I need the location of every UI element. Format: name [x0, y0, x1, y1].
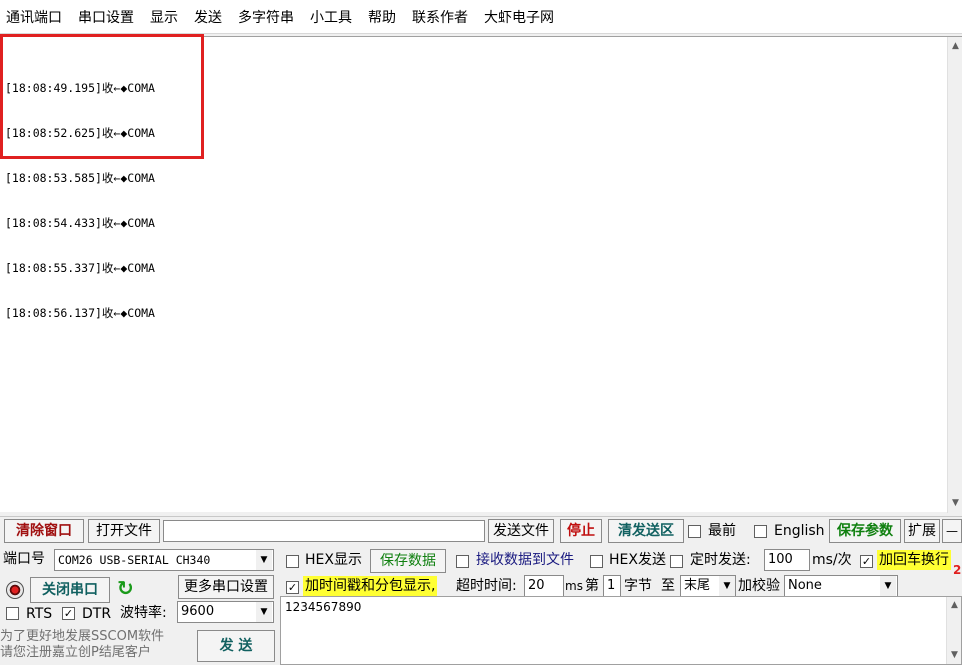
add-timestamp-label: 加时间戳和分包显示,: [303, 576, 438, 596]
end-dropdown-icon[interactable]: ▼: [719, 576, 735, 596]
menu-tools[interactable]: 小工具: [310, 7, 352, 27]
checksum-label: 加校验: [738, 578, 780, 594]
clear-send-button[interactable]: 清发送区: [608, 519, 684, 543]
hex-display-label: HEX显示: [305, 552, 362, 568]
port-label: 端口号: [3, 551, 45, 567]
send-text: 1234567890: [285, 600, 362, 614]
stop-button[interactable]: 停止: [560, 519, 602, 543]
recv-to-file-label: 接收数据到文件: [476, 552, 574, 568]
menu-display[interactable]: 显示: [150, 7, 178, 27]
topmost-label: 最前: [708, 523, 736, 539]
promo-line: 请您注册嘉立创P结尾客户: [0, 645, 151, 660]
rts-label: RTS: [26, 606, 53, 622]
menu-comm-port[interactable]: 通讯端口: [6, 7, 62, 27]
byte-label: 字节: [624, 578, 652, 594]
promo-line: 为了更好地发展SSCOM软件: [0, 629, 165, 644]
timeout-unit-label: ms: [565, 579, 583, 593]
append-crlf-label: 加回车换行: [877, 550, 951, 570]
english-checkbox[interactable]: [754, 525, 767, 538]
send-text-area[interactable]: 1234567890 ▲ ▼: [280, 596, 962, 665]
highlight-box: [0, 34, 204, 159]
interval-input[interactable]: 100: [764, 549, 810, 571]
timed-send-label: 定时发送:: [690, 552, 751, 568]
menu-serial-settings[interactable]: 串口设置: [78, 7, 134, 27]
nth-label: 第: [585, 578, 599, 594]
receive-line: [18:08:56.137]收←◆COMA: [5, 306, 155, 320]
add-timestamp-checkbox[interactable]: ✓: [286, 581, 299, 594]
refresh-icon[interactable]: ↻: [117, 576, 134, 600]
receive-scrollbar[interactable]: ▲ ▼: [947, 37, 962, 513]
dtr-checkbox[interactable]: ✓: [62, 607, 75, 620]
timeout-input[interactable]: 20: [524, 575, 564, 597]
hex-display-checkbox[interactable]: [286, 555, 299, 568]
send-scroll-down-icon[interactable]: ▼: [947, 648, 962, 663]
interval-unit-label: ms/次: [812, 552, 852, 568]
menu-multi-string[interactable]: 多字符串: [238, 7, 294, 27]
menu-bar: 通讯端口 串口设置 显示 发送 多字符串 小工具 帮助 联系作者 大虾电子网: [0, 0, 962, 34]
recv-to-file-checkbox[interactable]: [456, 555, 469, 568]
checksum-dropdown-icon[interactable]: ▼: [880, 576, 896, 596]
baud-label: 波特率:: [120, 605, 167, 621]
port-dropdown-icon[interactable]: ▼: [256, 550, 272, 570]
more-serial-settings-button[interactable]: 更多串口设置: [178, 575, 274, 599]
dtr-label: DTR: [82, 606, 112, 622]
receive-line: [18:08:53.585]收←◆COMA: [5, 171, 155, 185]
hex-send-checkbox[interactable]: [590, 555, 603, 568]
promo-text: 为了更好地发展SSCOM软件 请您注册嘉立创P结尾客户: [0, 629, 164, 661]
expand-button[interactable]: 扩展: [904, 519, 940, 543]
menu-help[interactable]: 帮助: [368, 7, 396, 27]
port-select[interactable]: COM26 USB-SERIAL CH340: [54, 549, 274, 571]
open-file-button[interactable]: 打开文件: [88, 519, 160, 543]
scroll-up-icon[interactable]: ▲: [948, 39, 962, 54]
rts-checkbox[interactable]: [6, 607, 19, 620]
red-marker: 2: [953, 563, 962, 577]
port-status-icon: [6, 581, 24, 599]
receive-line: [18:08:54.433]收←◆COMA: [5, 216, 155, 230]
hex-send-label: HEX发送: [609, 552, 666, 568]
receive-line: [18:08:55.337]收←◆COMA: [5, 261, 155, 275]
to-label: 至: [661, 578, 675, 594]
nth-byte-input[interactable]: 1: [603, 575, 621, 597]
collapse-button[interactable]: —: [942, 519, 962, 543]
append-crlf-checkbox[interactable]: ✓: [860, 555, 873, 568]
save-params-button[interactable]: 保存参数: [829, 519, 901, 543]
menu-contact-author[interactable]: 联系作者: [412, 7, 468, 27]
english-label: English: [774, 523, 825, 539]
timeout-label: 超时时间:: [456, 578, 517, 594]
send-button[interactable]: 发 送: [197, 630, 275, 662]
file-path-input[interactable]: [163, 520, 485, 542]
send-scrollbar[interactable]: ▲ ▼: [946, 597, 961, 664]
save-data-button[interactable]: 保存数据: [370, 549, 446, 573]
send-scroll-up-icon[interactable]: ▲: [947, 598, 962, 613]
clear-window-button[interactable]: 清除窗口: [4, 519, 84, 543]
close-port-button[interactable]: 关闭串口: [30, 577, 110, 603]
topmost-checkbox[interactable]: [688, 525, 701, 538]
baud-dropdown-icon[interactable]: ▼: [256, 602, 272, 622]
menu-send[interactable]: 发送: [194, 7, 222, 27]
scroll-down-icon[interactable]: ▼: [948, 496, 962, 511]
timed-send-checkbox[interactable]: [670, 555, 683, 568]
send-file-button[interactable]: 发送文件: [488, 519, 554, 543]
menu-daxia-website[interactable]: 大虾电子网: [484, 7, 554, 27]
